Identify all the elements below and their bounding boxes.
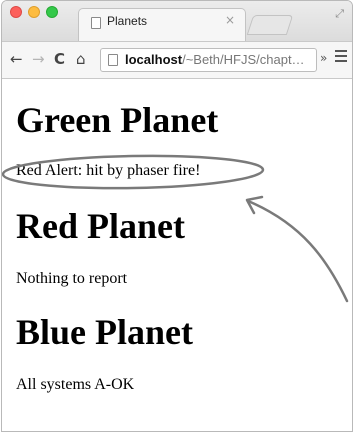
window-controls: [10, 6, 58, 18]
address-path: /~Beth/HFJS/chapt…: [182, 52, 305, 67]
window-close-icon[interactable]: [10, 6, 22, 18]
tab-strip: Planets × ⤢: [2, 1, 352, 42]
reload-icon[interactable]: C: [54, 50, 65, 68]
menu-icon[interactable]: [335, 50, 347, 64]
blue-planet-heading: Blue Planet: [16, 312, 193, 352]
fullscreen-icon[interactable]: ⤢: [335, 7, 344, 21]
tab-planets[interactable]: Planets ×: [78, 8, 246, 41]
bookmarks-overflow-button[interactable]: »: [320, 51, 327, 65]
green-planet-heading: Green Planet: [16, 100, 219, 140]
tab-page-icon: [91, 17, 101, 29]
blue-planet-status: All systems A-OK: [16, 376, 135, 393]
page-icon: [108, 54, 118, 66]
annotation-arrowhead: [245, 195, 264, 215]
green-planet-status: Red Alert: hit by phaser fire!: [16, 162, 201, 179]
window-maximize-icon[interactable]: [46, 6, 58, 18]
tab-title: Planets: [107, 14, 148, 28]
window-minimize-icon[interactable]: [28, 6, 40, 18]
browser-window: Planets × ⤢ ← → C ⌂ localhost/~Beth/HFJS…: [1, 0, 353, 432]
red-planet-status: Nothing to report: [16, 270, 128, 287]
annotation-arrow: [246, 199, 349, 303]
new-tab-button[interactable]: [246, 15, 294, 35]
red-planet-heading: Red Planet: [16, 206, 185, 246]
browser-toolbar: ← → C ⌂ localhost/~Beth/HFJS/chapt… »: [2, 42, 352, 79]
address-text[interactable]: localhost/~Beth/HFJS/chapt…: [125, 52, 305, 67]
tab-close-icon[interactable]: ×: [225, 13, 235, 27]
forward-arrow-icon[interactable]: →: [32, 50, 45, 68]
address-host: localhost: [125, 52, 183, 67]
home-icon[interactable]: ⌂: [76, 50, 86, 68]
back-arrow-icon[interactable]: ←: [10, 50, 23, 68]
address-bar[interactable]: localhost/~Beth/HFJS/chapt…: [100, 48, 317, 72]
